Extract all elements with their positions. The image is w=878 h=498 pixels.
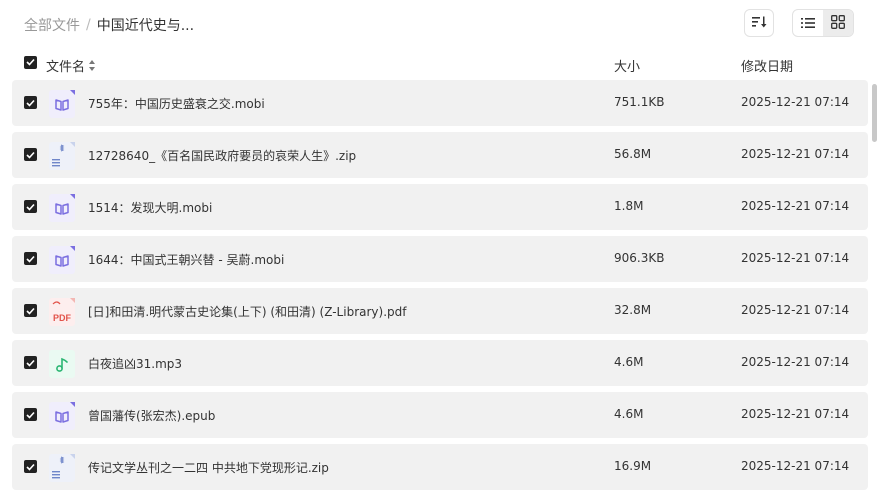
checkmark-icon: [26, 408, 35, 422]
ebook-file-icon: [48, 89, 76, 119]
file-modified: 2025-12-21 07:14: [741, 95, 850, 109]
sort-order-icon: [751, 14, 767, 33]
file-modified: 2025-12-21 07:14: [741, 355, 850, 369]
file-modified: 2025-12-21 07:14: [741, 251, 850, 265]
file-row[interactable]: 12728640_《百名国民政府要员的哀荣人生》.zip 56.8M 2025-…: [12, 132, 868, 178]
file-name[interactable]: 白夜追凶31.mp3: [88, 355, 182, 372]
file-size: 906.3KB: [614, 251, 665, 265]
checkmark-icon: [26, 356, 35, 370]
file-row[interactable]: 白夜追凶31.mp3 4.6M 2025-12-21 07:14: [12, 340, 868, 386]
file-modified: 2025-12-21 07:14: [741, 407, 850, 421]
file-name[interactable]: [日]和田清.明代蒙古史论集(上下) (和田清) (Z-Library).pdf: [88, 303, 406, 320]
file-name[interactable]: 曾国藩传(张宏杰).epub: [88, 407, 215, 424]
file-size: 4.6M: [614, 355, 644, 369]
file-list-header: 文件名 大小 修改日期: [0, 50, 878, 78]
file-row[interactable]: 曾国藩传(张宏杰).epub 4.6M 2025-12-21 07:14: [12, 392, 868, 438]
column-header-size[interactable]: 大小: [614, 56, 640, 75]
column-header-name[interactable]: 文件名: [46, 56, 96, 75]
file-row[interactable]: PDF [日]和田清.明代蒙古史论集(上下) (和田清) (Z-Library)…: [12, 288, 868, 334]
sort-toggle-icon: [89, 60, 96, 71]
file-name[interactable]: 传记文学丛刊之一二四 中共地下党现形记.zip: [88, 459, 329, 476]
checkmark-icon: [26, 252, 35, 266]
pdf-label: PDF: [53, 313, 72, 323]
checkmark-icon: [26, 55, 35, 70]
file-modified: 2025-12-21 07:14: [741, 147, 850, 161]
file-size: 4.6M: [614, 407, 644, 421]
file-size: 56.8M: [614, 147, 652, 161]
ebook-file-icon: [48, 245, 76, 275]
file-row[interactable]: 传记文学丛刊之一二四 中共地下党现形记.zip 16.9M 2025-12-21…: [12, 444, 868, 490]
view-toggle: [792, 9, 854, 37]
file-modified: 2025-12-21 07:14: [741, 303, 850, 317]
column-header-modified[interactable]: 修改日期: [741, 56, 793, 75]
row-checkbox[interactable]: [24, 304, 37, 317]
file-row[interactable]: 1514：发现大明.mobi 1.8M 2025-12-21 07:14: [12, 184, 868, 230]
file-size: 16.9M: [614, 459, 652, 473]
file-modified: 2025-12-21 07:14: [741, 199, 850, 213]
breadcrumb: 全部文件 / 中国近代史与...: [24, 15, 194, 35]
top-bar: 全部文件 / 中国近代史与...: [0, 0, 878, 48]
breadcrumb-current: 中国近代史与...: [96, 18, 195, 34]
file-name[interactable]: 1644：中国式王朝兴替 - 吴蔚.mobi: [88, 251, 284, 268]
sort-button[interactable]: [744, 9, 774, 37]
breadcrumb-separator: /: [86, 17, 91, 33]
grid-icon: [831, 14, 845, 33]
row-checkbox[interactable]: [24, 252, 37, 265]
row-checkbox[interactable]: [24, 148, 37, 161]
zip-file-icon: [48, 141, 76, 171]
checkmark-icon: [26, 96, 35, 110]
grid-view-button[interactable]: [823, 10, 853, 36]
column-header-name-label: 文件名: [46, 60, 86, 75]
pdf-file-icon: PDF: [48, 297, 76, 327]
file-row[interactable]: 755年：中国历史盛衰之交.mobi 751.1KB 2025-12-21 07…: [12, 80, 868, 126]
file-modified: 2025-12-21 07:14: [741, 459, 850, 473]
file-size: 1.8M: [614, 199, 644, 213]
select-all-checkbox[interactable]: [24, 56, 37, 69]
row-checkbox[interactable]: [24, 356, 37, 369]
row-checkbox[interactable]: [24, 200, 37, 213]
file-name[interactable]: 755年：中国历史盛衰之交.mobi: [88, 95, 265, 112]
file-row[interactable]: 1644：中国式王朝兴替 - 吴蔚.mobi 906.3KB 2025-12-2…: [12, 236, 868, 282]
zip-file-icon: [48, 453, 76, 483]
checkmark-icon: [26, 148, 35, 162]
checkmark-icon: [26, 304, 35, 318]
list-icon: [801, 14, 815, 33]
scrollbar-thumb[interactable]: [872, 84, 877, 142]
list-view-button[interactable]: [793, 10, 823, 36]
checkmark-icon: [26, 460, 35, 474]
vertical-scrollbar[interactable]: [870, 80, 878, 498]
file-size: 32.8M: [614, 303, 652, 317]
file-size: 751.1KB: [614, 95, 665, 109]
row-checkbox[interactable]: [24, 96, 37, 109]
file-list: 755年：中国历史盛衰之交.mobi 751.1KB 2025-12-21 07…: [12, 80, 868, 496]
audio-file-icon: [48, 349, 76, 379]
file-name[interactable]: 12728640_《百名国民政府要员的哀荣人生》.zip: [88, 147, 356, 164]
ebook-file-icon: [48, 401, 76, 431]
row-checkbox[interactable]: [24, 460, 37, 473]
ebook-file-icon: [48, 193, 76, 223]
row-checkbox[interactable]: [24, 408, 37, 421]
file-name[interactable]: 1514：发现大明.mobi: [88, 199, 212, 216]
checkmark-icon: [26, 200, 35, 214]
breadcrumb-root[interactable]: 全部文件: [24, 15, 80, 35]
